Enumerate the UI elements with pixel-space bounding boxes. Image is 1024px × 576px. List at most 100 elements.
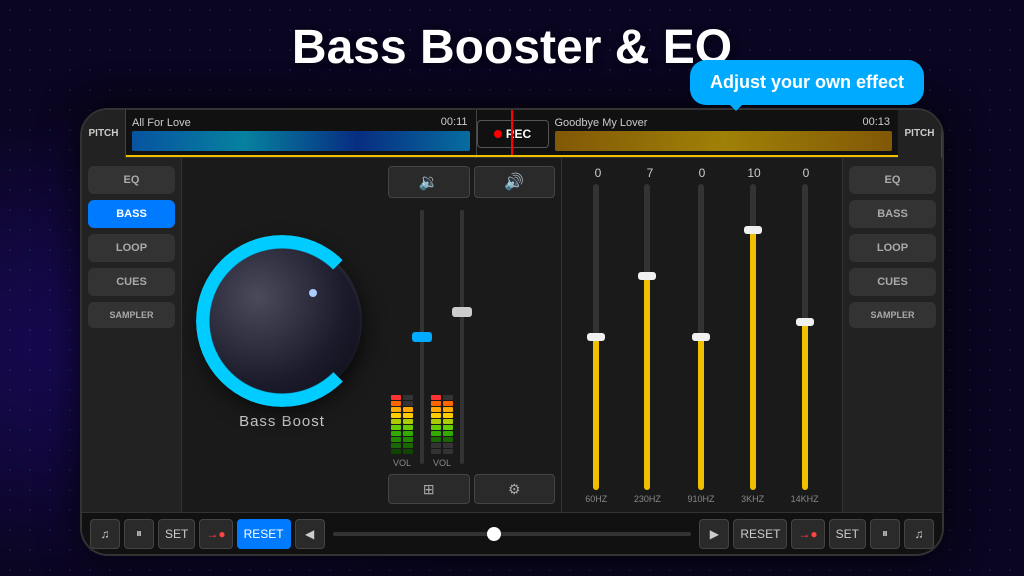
eq-values-row: 0 7 0 10 0	[572, 166, 832, 180]
mixer-sliders-area: VOL	[388, 206, 555, 468]
rec-dot	[494, 130, 502, 138]
volume-up-btn[interactable]: 🔊	[474, 166, 556, 198]
main-content: EQ BASS LOOP CUES SAMPLER Bass Boost 🔉 🔊	[82, 158, 942, 512]
vu-col-r1	[431, 334, 441, 454]
vol-fader-right	[460, 206, 464, 468]
track-title-left: All For Love	[132, 117, 470, 129]
set-btn-right[interactable]: SET	[829, 519, 866, 549]
knob-area: Bass Boost	[182, 158, 382, 512]
sidebar-btn-bass-left[interactable]: BASS	[88, 200, 175, 228]
waveform-visual-right	[555, 131, 893, 151]
eq-thumb-3khz[interactable]	[744, 226, 762, 234]
eq-val-0: 0	[578, 166, 618, 180]
vu-meter-right: VOL	[428, 206, 456, 468]
mixer-bottom: ⊞ ⚙	[388, 474, 555, 504]
knob-indicator	[309, 289, 317, 297]
eq-label-230hz: 230HZ	[634, 494, 661, 504]
transport-slider[interactable]	[333, 532, 692, 536]
knob-arc	[196, 235, 368, 407]
vu-bars-right	[431, 334, 453, 454]
eq-fader-60hz: 60HZ	[585, 184, 607, 504]
track-time-right: 00:13	[862, 116, 890, 128]
pitch-btn-left[interactable]: PITCH	[82, 110, 126, 158]
phone-frame: PITCH All For Love 00:11 REC Goodbye My …	[80, 108, 944, 556]
waveform-visual-left	[132, 131, 470, 151]
reset-btn-right[interactable]: RESET	[733, 519, 787, 549]
sidebar-btn-cues-left[interactable]: CUES	[88, 268, 175, 296]
eq-fader-3khz: 3KHZ	[741, 184, 764, 504]
eq-label-3khz: 3KHZ	[741, 494, 764, 504]
vu-col-right	[403, 334, 413, 454]
pause-btn-left[interactable]: ⏸	[124, 519, 154, 549]
arrow-rec-right[interactable]: →●	[791, 519, 824, 549]
waveform-left: All For Love 00:11	[126, 110, 477, 158]
vu-bars-left	[391, 334, 413, 454]
volume-down-btn[interactable]: 🔉	[388, 166, 470, 198]
vu-col-left	[391, 334, 401, 454]
left-panel: EQ BASS LOOP CUES SAMPLER	[82, 158, 182, 512]
eq-thumb-910hz[interactable]	[692, 333, 710, 341]
progress-line	[126, 155, 898, 157]
right-panel: EQ BASS LOOP CUES SAMPLER	[842, 158, 942, 512]
pause-btn-right[interactable]: ⏸	[870, 519, 900, 549]
mixer-top: 🔉 🔊	[388, 166, 555, 198]
eq-faders-row: 60HZ 230HZ 910HZ	[572, 184, 832, 504]
sidebar-btn-eq-right[interactable]: EQ	[849, 166, 936, 194]
tooltip-bubble: Adjust your own effect	[690, 60, 924, 105]
vol-label-left: VOL	[393, 458, 411, 468]
eq-thumb-14khz[interactable]	[796, 318, 814, 326]
vu-col-r2	[443, 334, 453, 454]
eq-track-230hz[interactable]	[644, 184, 650, 490]
sidebar-btn-bass-right[interactable]: BASS	[849, 200, 936, 228]
eq-label-60hz: 60HZ	[585, 494, 607, 504]
fader-track-right[interactable]	[460, 210, 464, 464]
music-note-right[interactable]: ♫	[904, 519, 934, 549]
fader-thumb-right[interactable]	[452, 307, 472, 317]
waveform-right: Goodbye My Lover 00:13	[549, 110, 899, 158]
knob-container[interactable]	[202, 241, 362, 401]
eq-track-60hz[interactable]	[593, 184, 599, 490]
eq-val-2: 0	[682, 166, 722, 180]
eq-thumb-230hz[interactable]	[638, 272, 656, 280]
settings-btn[interactable]: ⚙	[474, 474, 556, 504]
eq-track-14khz[interactable]	[802, 184, 808, 490]
playlist-btn[interactable]: ⊞	[388, 474, 470, 504]
eq-track-910hz[interactable]	[698, 184, 704, 490]
eq-panel: 0 7 0 10 0 60HZ	[562, 158, 842, 512]
fader-track-left[interactable]	[420, 210, 424, 464]
reset-btn-left[interactable]: RESET	[237, 519, 291, 549]
transport-bar: ♫ ⏸ SET →● RESET ◀ ▶ RESET →● SET ⏸ ♫	[82, 512, 942, 554]
eq-fader-910hz: 910HZ	[687, 184, 714, 504]
sidebar-btn-loop-left[interactable]: LOOP	[88, 234, 175, 262]
bass-knob[interactable]	[202, 241, 362, 401]
eq-thumb-60hz[interactable]	[587, 333, 605, 341]
sidebar-btn-loop-right[interactable]: LOOP	[849, 234, 936, 262]
eq-val-4: 0	[786, 166, 826, 180]
eq-track-3khz[interactable]	[750, 184, 756, 490]
eq-val-3: 10	[734, 166, 774, 180]
sidebar-btn-sampler-left[interactable]: SAMPLER	[88, 302, 175, 328]
eq-fader-14khz: 14KHZ	[791, 184, 819, 504]
knob-label: Bass Boost	[239, 413, 325, 430]
eq-fader-230hz: 230HZ	[634, 184, 661, 504]
track-time-left: 00:11	[441, 116, 468, 128]
sidebar-btn-sampler-right[interactable]: SAMPLER	[849, 302, 936, 328]
prev-btn[interactable]: ◀	[295, 519, 325, 549]
set-btn-left[interactable]: SET	[158, 519, 195, 549]
pitch-btn-right[interactable]: PITCH	[898, 110, 942, 158]
eq-val-1: 7	[630, 166, 670, 180]
next-btn[interactable]: ▶	[699, 519, 729, 549]
transport-slider-thumb[interactable]	[487, 527, 501, 541]
eq-label-14khz: 14KHZ	[791, 494, 819, 504]
vol-fader-left	[420, 206, 424, 468]
fader-thumb-left[interactable]	[412, 332, 432, 342]
waveform-bar: PITCH All For Love 00:11 REC Goodbye My …	[82, 110, 942, 158]
music-note-left[interactable]: ♫	[90, 519, 120, 549]
eq-label-910hz: 910HZ	[687, 494, 714, 504]
arrow-rec-left[interactable]: →●	[199, 519, 232, 549]
progress-cursor	[511, 109, 513, 157]
sidebar-btn-eq-left[interactable]: EQ	[88, 166, 175, 194]
mixer-panel: 🔉 🔊	[382, 158, 562, 512]
vol-label-right: VOL	[433, 458, 451, 468]
sidebar-btn-cues-right[interactable]: CUES	[849, 268, 936, 296]
